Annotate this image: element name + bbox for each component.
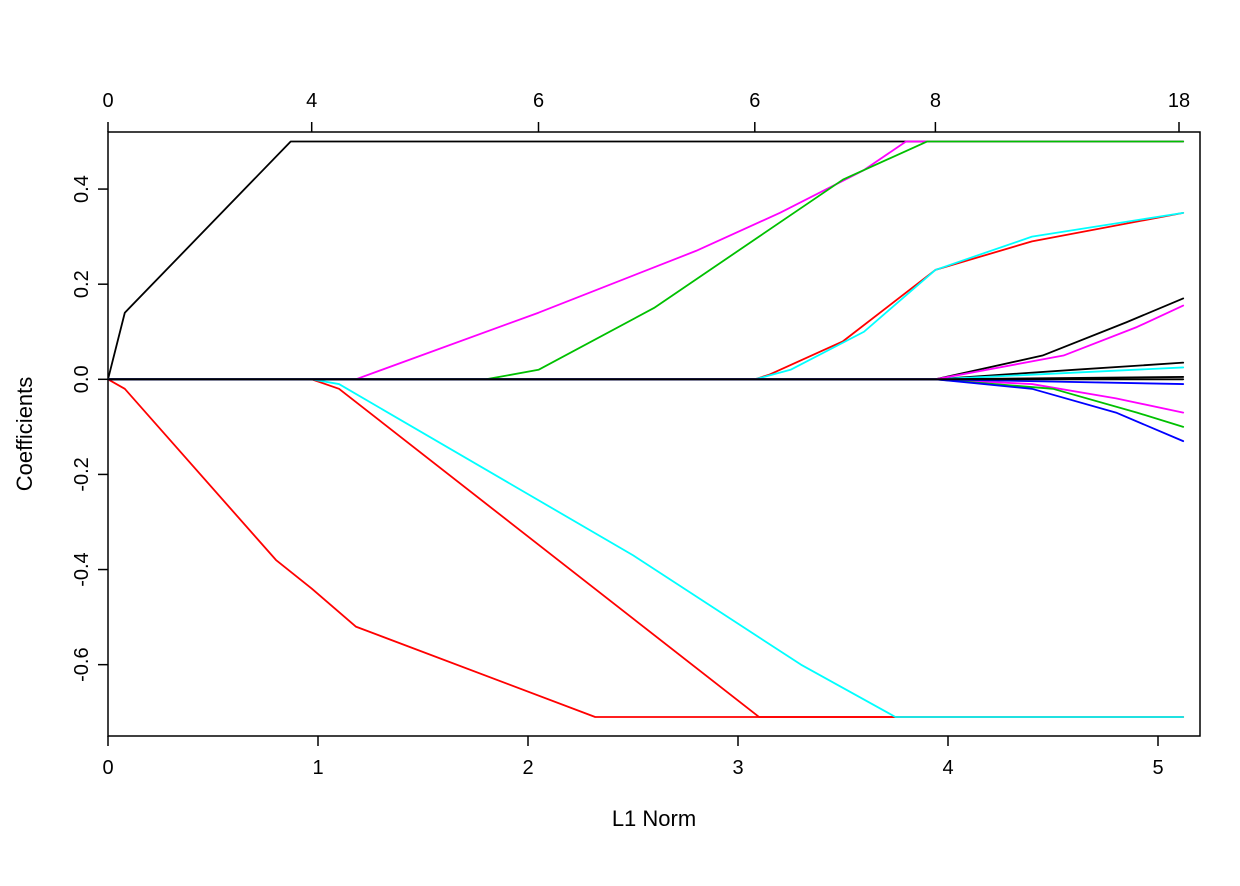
top-tick-label: 0 [102, 90, 113, 112]
x-tick-label: 1 [312, 757, 323, 779]
x-tick-label: 5 [1152, 757, 1163, 779]
y-tick-label: 0.2 [71, 270, 93, 298]
series-line4 [108, 379, 1183, 717]
series-line2 [108, 298, 1183, 379]
series-line11 [108, 306, 1183, 380]
x-tick-label: 3 [732, 757, 743, 779]
series-line6 [108, 213, 1183, 379]
series-group [108, 142, 1183, 717]
chart-svg: 0 1 2 3 4 5 -0.6 -0.4 -0.2 0.0 0.2 0.4 0 4 6 6 8 18 L1 Nor… [0, 0, 1240, 886]
series-line13 [108, 142, 1183, 380]
x-tick-label: 0 [102, 757, 113, 779]
top-tick-label: 6 [533, 90, 544, 112]
y-axis-label: Coefficients [12, 377, 37, 492]
series-line12 [108, 379, 1183, 412]
top-tick-label: 18 [1168, 90, 1190, 112]
series-line14 [108, 379, 1183, 427]
y-tick-label: -0.4 [71, 552, 93, 586]
series-line3 [108, 363, 1183, 380]
series-line7 [108, 379, 1183, 717]
y-tick-label: -0.6 [71, 647, 93, 681]
top-tick-label: 4 [306, 90, 317, 112]
series-line8 [108, 213, 1183, 379]
series-line10 [108, 142, 1183, 380]
x-axis-label: L1 Norm [612, 806, 696, 831]
y-tick-label: 0.4 [71, 175, 93, 203]
coefficient-path-chart: 0 1 2 3 4 5 -0.6 -0.4 -0.2 0.0 0.2 0.4 0 4 6 6 8 18 L1 Nor… [0, 0, 1240, 886]
y-tick-label: -0.2 [71, 457, 93, 491]
top-tick-label: 8 [930, 90, 941, 112]
series-line5 [108, 379, 1183, 717]
series-line1 [108, 142, 1183, 380]
x-tick-label: 2 [522, 757, 533, 779]
top-tick-label: 6 [749, 90, 760, 112]
plot-border [108, 132, 1200, 736]
series-line15 [108, 379, 1183, 441]
x-tick-label: 4 [942, 757, 953, 779]
y-tick-label: 0.0 [71, 365, 93, 393]
